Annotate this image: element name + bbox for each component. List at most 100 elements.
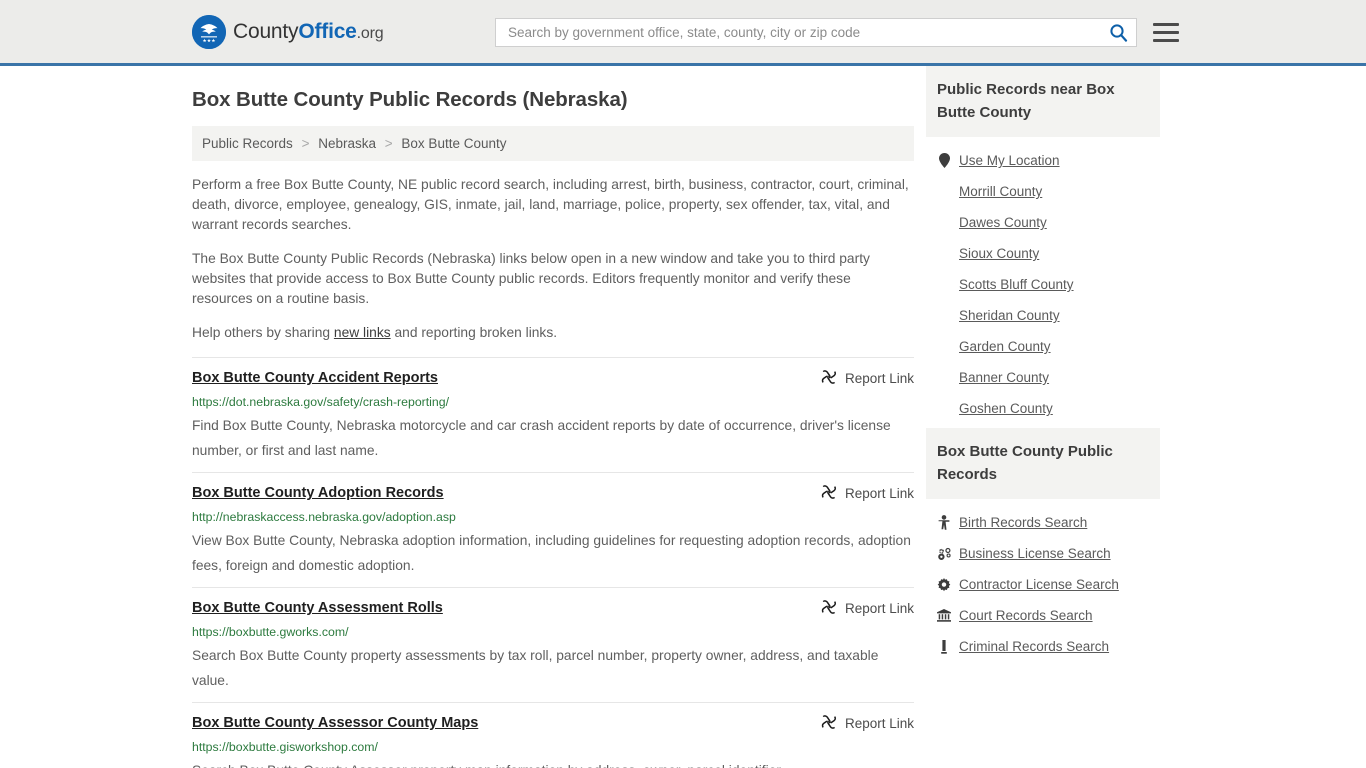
sidebar-nearby-item-label[interactable]: Morrill County <box>959 184 1042 199</box>
site-logo[interactable]: CountyOffice.org <box>192 15 383 49</box>
sidebar-nearby-item-label[interactable]: Use My Location <box>959 153 1060 168</box>
gears-icon <box>937 547 951 561</box>
report-link-button[interactable]: Report Link <box>805 484 914 503</box>
logo-text-org: .org <box>357 25 384 42</box>
courthouse-icon <box>937 609 951 622</box>
result-item: Box Butte County Assessor County Maps Rep… <box>192 702 914 768</box>
sidebar-nearby-item[interactable]: Sioux County <box>926 238 1160 269</box>
sidebar-nearby-list: Use My Location Morrill County Dawes Count… <box>926 137 1160 424</box>
logo-text-office: Office <box>298 20 356 43</box>
sidebar-records-item-label[interactable]: Criminal Records Search <box>959 639 1109 654</box>
broken-link-icon <box>821 484 837 503</box>
result-url: https://boxbutte.gisworkshop.com/ <box>192 740 914 755</box>
hamburger-bar <box>1153 39 1179 42</box>
sidebar-records-item-label[interactable]: Birth Records Search <box>959 515 1087 530</box>
result-description: View Box Butte County, Nebraska adoption… <box>192 529 914 578</box>
intro-paragraph-3: Help others by sharing new links and rep… <box>192 323 914 343</box>
sidebar: Public Records near Box Butte County Use… <box>926 66 1160 768</box>
page-body: Box Butte County Public Records (Nebrask… <box>0 66 1366 768</box>
report-link-label: Report Link <box>845 371 914 386</box>
report-link-button[interactable]: Report Link <box>805 714 914 733</box>
sidebar-nearby-item-label[interactable]: Goshen County <box>959 401 1053 416</box>
search-icon <box>1109 23 1128 42</box>
report-link-button[interactable]: Report Link <box>805 369 914 388</box>
result-header: Box Butte County Adoption Records Report … <box>192 484 914 503</box>
sidebar-nearby-item[interactable]: Dawes County <box>926 207 1160 238</box>
sidebar-nearby-item[interactable]: Use My Location <box>926 145 1160 176</box>
sidebar-records-heading: Box Butte County Public Records <box>926 428 1160 499</box>
report-link-label: Report Link <box>845 716 914 731</box>
hamburger-bar <box>1153 31 1179 34</box>
sidebar-records-item-label[interactable]: Court Records Search <box>959 608 1093 623</box>
page-title: Box Butte County Public Records (Nebrask… <box>192 88 914 112</box>
intro-text-after-link: and reporting broken links. <box>391 325 557 340</box>
result-description: Search Box Butte County Assessor propert… <box>192 759 914 768</box>
sidebar-records-item[interactable]: Business License Search <box>926 538 1160 569</box>
result-header: Box Butte County Assessment Rolls Report … <box>192 599 914 618</box>
sidebar-nearby-item-label[interactable]: Scotts Bluff County <box>959 277 1074 292</box>
broken-link-icon <box>821 369 837 388</box>
report-link-label: Report Link <box>845 601 914 616</box>
result-title-link[interactable]: Box Butte County Assessor County Maps <box>192 714 478 732</box>
sidebar-records-list: Birth Records Search Business License Sea… <box>926 499 1160 662</box>
report-link-button[interactable]: Report Link <box>805 599 914 618</box>
breadcrumb-item-box-butte-county[interactable]: Box Butte County <box>401 136 506 151</box>
criminal-icon <box>937 640 951 654</box>
sidebar-nearby-item[interactable]: Scotts Bluff County <box>926 269 1160 300</box>
breadcrumb-item-nebraska[interactable]: Nebraska <box>318 136 376 151</box>
result-item: Box Butte County Accident Reports Report … <box>192 357 914 472</box>
broken-link-icon <box>821 714 837 733</box>
breadcrumb-separator: > <box>385 136 393 151</box>
baby-icon <box>937 515 951 530</box>
gear-icon <box>937 578 951 592</box>
map-pin-icon <box>937 153 951 168</box>
intro-paragraph-1: Perform a free Box Butte County, NE publ… <box>192 175 914 235</box>
sidebar-nearby-item-label[interactable]: Dawes County <box>959 215 1047 230</box>
new-links-link[interactable]: new links <box>334 325 391 340</box>
search-button[interactable] <box>1107 23 1130 42</box>
report-link-label: Report Link <box>845 486 914 501</box>
result-item: Box Butte County Assessment Rolls Report … <box>192 587 914 702</box>
sidebar-panel-nearby: Public Records near Box Butte County Use… <box>926 66 1160 424</box>
result-header: Box Butte County Accident Reports Report … <box>192 369 914 388</box>
search-box[interactable] <box>495 18 1137 47</box>
sidebar-records-item-label[interactable]: Contractor License Search <box>959 577 1119 592</box>
logo-text-county: County <box>233 20 298 43</box>
sidebar-nearby-item[interactable]: Morrill County <box>926 176 1160 207</box>
sidebar-nearby-item[interactable]: Garden County <box>926 331 1160 362</box>
sidebar-records-item-label[interactable]: Business License Search <box>959 546 1111 561</box>
intro-text-before-link: Help others by sharing <box>192 325 334 340</box>
result-description: Find Box Butte County, Nebraska motorcyc… <box>192 414 914 463</box>
hamburger-menu-icon[interactable] <box>1153 23 1179 42</box>
intro-paragraph-2: The Box Butte County Public Records (Neb… <box>192 249 914 309</box>
result-url: https://dot.nebraska.gov/safety/crash-re… <box>192 395 914 410</box>
eagle-shield-logo-icon <box>192 15 226 49</box>
result-title-link[interactable]: Box Butte County Adoption Records <box>192 484 444 502</box>
broken-link-icon <box>821 599 837 618</box>
site-logo-text: CountyOffice.org <box>233 20 383 44</box>
site-header: CountyOffice.org <box>0 0 1366 66</box>
sidebar-records-item[interactable]: Birth Records Search <box>926 507 1160 538</box>
sidebar-records-item[interactable]: Contractor License Search <box>926 569 1160 600</box>
sidebar-nearby-item-label[interactable]: Garden County <box>959 339 1051 354</box>
sidebar-nearby-item[interactable]: Sheridan County <box>926 300 1160 331</box>
sidebar-nearby-item-label[interactable]: Sheridan County <box>959 308 1060 323</box>
sidebar-nearby-heading: Public Records near Box Butte County <box>926 66 1160 137</box>
sidebar-nearby-item-label[interactable]: Sioux County <box>959 246 1039 261</box>
breadcrumb-item-public-records[interactable]: Public Records <box>202 136 293 151</box>
result-description: Search Box Butte County property assessm… <box>192 644 914 693</box>
main-content: Box Butte County Public Records (Nebrask… <box>192 66 914 768</box>
results-list: Box Butte County Accident Reports Report … <box>192 357 914 768</box>
hamburger-bar <box>1153 23 1179 26</box>
result-item: Box Butte County Adoption Records Report … <box>192 472 914 587</box>
sidebar-nearby-item-label[interactable]: Banner County <box>959 370 1049 385</box>
search-input[interactable] <box>506 24 1107 41</box>
result-url: http://nebraskaccess.nebraska.gov/adopti… <box>192 510 914 525</box>
sidebar-records-item[interactable]: Court Records Search <box>926 600 1160 631</box>
result-title-link[interactable]: Box Butte County Assessment Rolls <box>192 599 443 617</box>
breadcrumb: Public Records > Nebraska > Box Butte Co… <box>192 126 914 161</box>
sidebar-nearby-item[interactable]: Banner County <box>926 362 1160 393</box>
sidebar-nearby-item[interactable]: Goshen County <box>926 393 1160 424</box>
sidebar-records-item[interactable]: Criminal Records Search <box>926 631 1160 662</box>
result-title-link[interactable]: Box Butte County Accident Reports <box>192 369 438 387</box>
